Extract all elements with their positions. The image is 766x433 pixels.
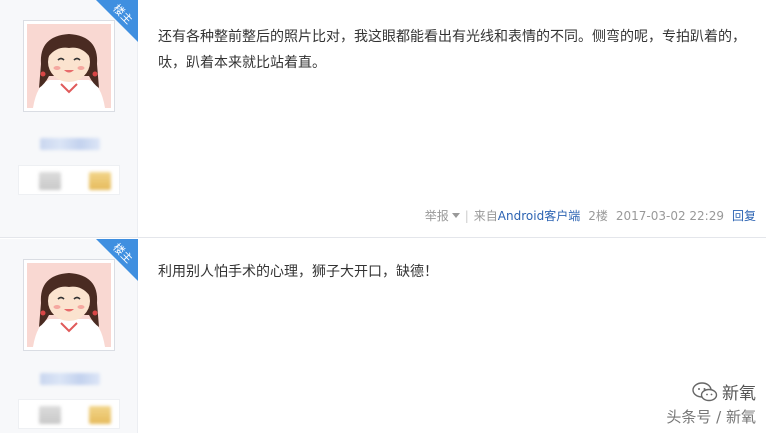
reply-button[interactable]: 回复	[732, 207, 756, 224]
author-name[interactable]	[40, 373, 100, 385]
watermark: 新氧 头条号 / 新氧	[666, 379, 756, 427]
meta-divider: |	[464, 208, 469, 223]
source-prefix: 来自	[473, 209, 498, 223]
post-time: 2017-03-02 22:29	[615, 208, 724, 223]
op-corner-badge: 楼主	[88, 239, 138, 289]
chevron-down-icon[interactable]	[451, 213, 460, 218]
author-name[interactable]	[40, 138, 100, 150]
post-floor-2: 楼主 还有各种整前整后的照片比对，我这眼都能看出有光线和表情的不同。侧弯的呢，专…	[0, 0, 766, 238]
client-link[interactable]: Android客户端	[498, 207, 580, 224]
post-content: 利用别人怕手术的心理，狮子大开口，缺德！	[158, 264, 438, 280]
watermark-source: 头条号 / 新氧	[666, 408, 756, 426]
post-meta: 举报 | 来自 Android客户端 2楼 2017-03-02 22:29 回复	[425, 207, 756, 224]
level-badge	[39, 406, 61, 424]
watermark-brand: 新氧	[722, 384, 756, 404]
level-badge	[39, 172, 61, 190]
post-floor-3: 楼主 利用别人怕手术的心理，狮子大开口，缺德！	[0, 239, 766, 433]
author-badges	[18, 165, 120, 195]
op-corner-badge: 楼主	[88, 0, 138, 50]
author-badges	[18, 399, 120, 429]
wechat-logo-icon	[692, 381, 718, 401]
medal-badge	[89, 172, 111, 190]
report-button[interactable]: 举报	[425, 207, 449, 224]
post-content: 还有各种整前整后的照片比对，我这眼都能看出有光线和表情的不同。侧弯的呢，专拍趴着…	[158, 29, 746, 71]
medal-badge	[89, 406, 111, 424]
floor-number: 2楼	[588, 209, 608, 223]
